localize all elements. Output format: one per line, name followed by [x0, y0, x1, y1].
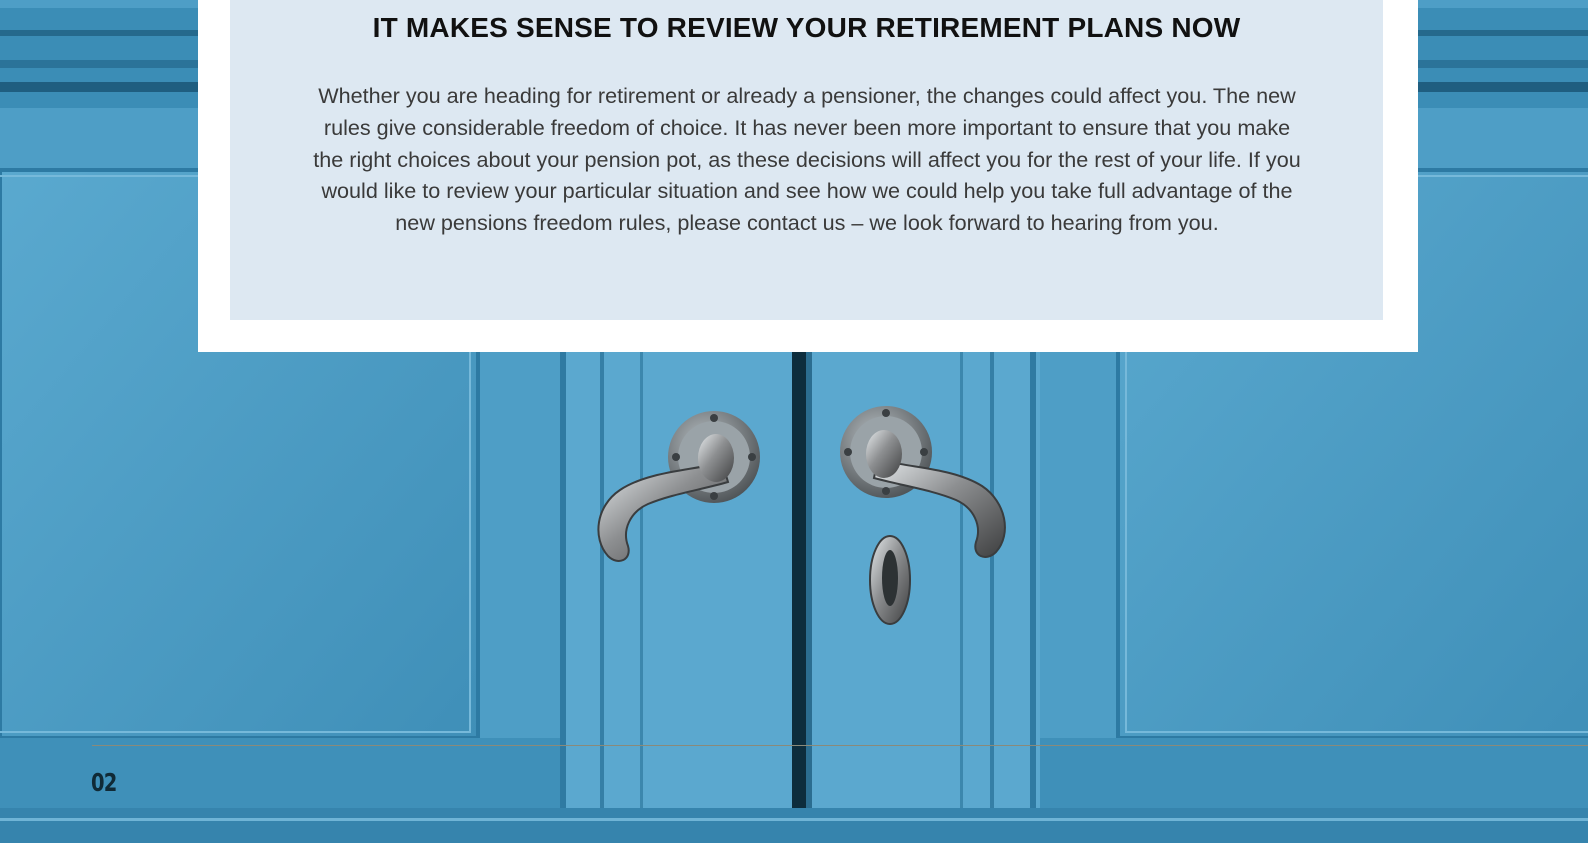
callout-panel: IT MAKES SENSE TO REVIEW YOUR RETIREMENT…: [230, 0, 1383, 320]
page-number: 02: [91, 768, 117, 797]
footer-divider: [92, 745, 1588, 746]
section-heading: IT MAKES SENSE TO REVIEW YOUR RETIREMENT…: [372, 12, 1241, 43]
section-body-text: Whether you are heading for retirement o…: [313, 83, 1301, 236]
callout-card: IT MAKES SENSE TO REVIEW YOUR RETIREMENT…: [198, 0, 1418, 352]
